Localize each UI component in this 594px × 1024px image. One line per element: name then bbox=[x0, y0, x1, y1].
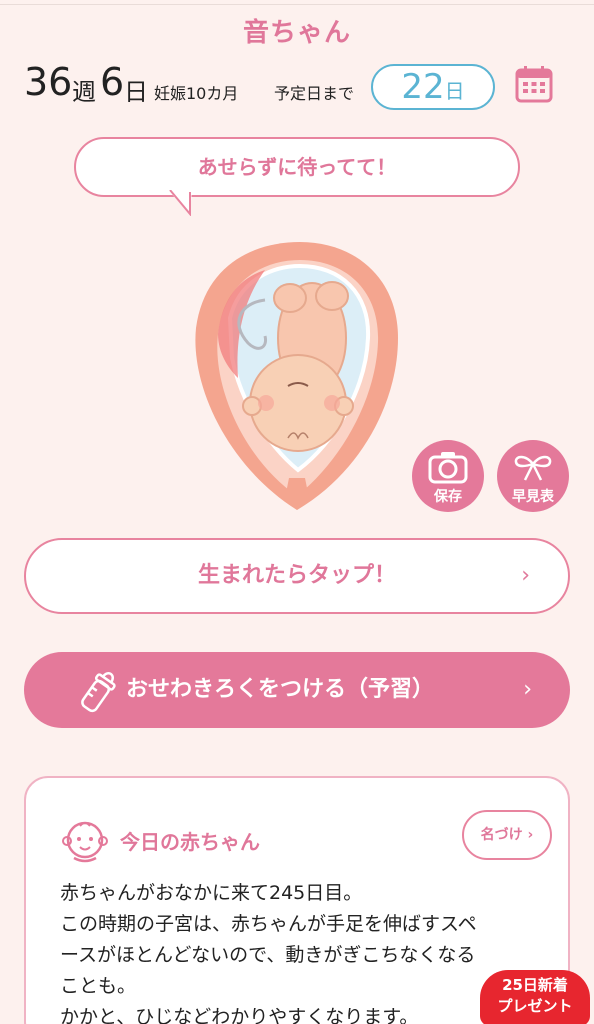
due-days-badge: 22日 bbox=[371, 64, 495, 110]
born-tap-button[interactable]: 生まれたらタップ！ › bbox=[24, 538, 570, 614]
chevron-right-icon: › bbox=[523, 677, 532, 702]
chevron-right-icon: › bbox=[521, 563, 530, 588]
due-label: 予定日まで bbox=[274, 84, 355, 103]
care-record-label: おせわきろくをつける（予習） bbox=[126, 677, 435, 702]
day-number: 6 bbox=[100, 60, 125, 104]
card-line: かかと、ひじなどわかりやすくなります。 bbox=[60, 1006, 419, 1024]
quick-reference-button[interactable]: 早見表 bbox=[497, 440, 569, 512]
page-title: 音ちゃん bbox=[242, 18, 351, 48]
top-divider bbox=[0, 4, 594, 5]
card-title: 今日の赤ちゃん bbox=[120, 830, 260, 854]
camera-icon bbox=[428, 452, 468, 484]
naming-button[interactable]: 名づけ › bbox=[462, 810, 552, 860]
pregnancy-month: 妊娠10カ月 bbox=[154, 84, 239, 103]
card-line: この時期の子宮は、赤ちゃんが手足を伸ばすスペ bbox=[60, 913, 477, 935]
day-unit: 日 bbox=[124, 78, 148, 106]
present-badge-line1: 25日新着 bbox=[502, 976, 568, 994]
due-days-unit: 日 bbox=[444, 79, 465, 103]
card-line: 赤ちゃんがおなかに来て245日目。 bbox=[60, 882, 363, 904]
week-number: 36 bbox=[24, 60, 73, 104]
card-body: 赤ちゃんがおなかに来て245日目。 この時期の子宮は、赤ちゃんが手足を伸ばすスペ… bbox=[60, 878, 550, 1024]
ribbon-icon bbox=[514, 455, 552, 481]
pregnancy-status: 36 週 6 日 妊娠10カ月 予定日まで 22日 bbox=[24, 60, 584, 110]
save-button[interactable]: 保存 bbox=[412, 440, 484, 512]
save-button-label: 保存 bbox=[434, 489, 462, 505]
speech-bubble-tail bbox=[168, 190, 192, 216]
due-days-number: 22 bbox=[401, 67, 445, 107]
card-line: ことも。 bbox=[60, 975, 137, 997]
week-unit: 週 bbox=[72, 78, 96, 106]
calendar-icon[interactable] bbox=[514, 64, 554, 104]
fetus-illustration bbox=[195, 242, 398, 510]
speech-bubble: あせらずに待ってて！ bbox=[74, 137, 520, 197]
present-badge[interactable]: 25日新着 プレゼント bbox=[480, 970, 590, 1024]
care-record-button[interactable]: おせわきろくをつける（予習） › bbox=[24, 652, 570, 728]
born-tap-label: 生まれたらタップ！ bbox=[197, 563, 396, 588]
card-line: ースがほとんどないので、動きがぎこちなくなる bbox=[60, 944, 476, 966]
baby-bottle-icon bbox=[81, 672, 116, 713]
quick-reference-label: 早見表 bbox=[512, 489, 554, 505]
baby-face-icon bbox=[62, 821, 108, 863]
present-badge-line2: プレゼント bbox=[497, 997, 573, 1015]
